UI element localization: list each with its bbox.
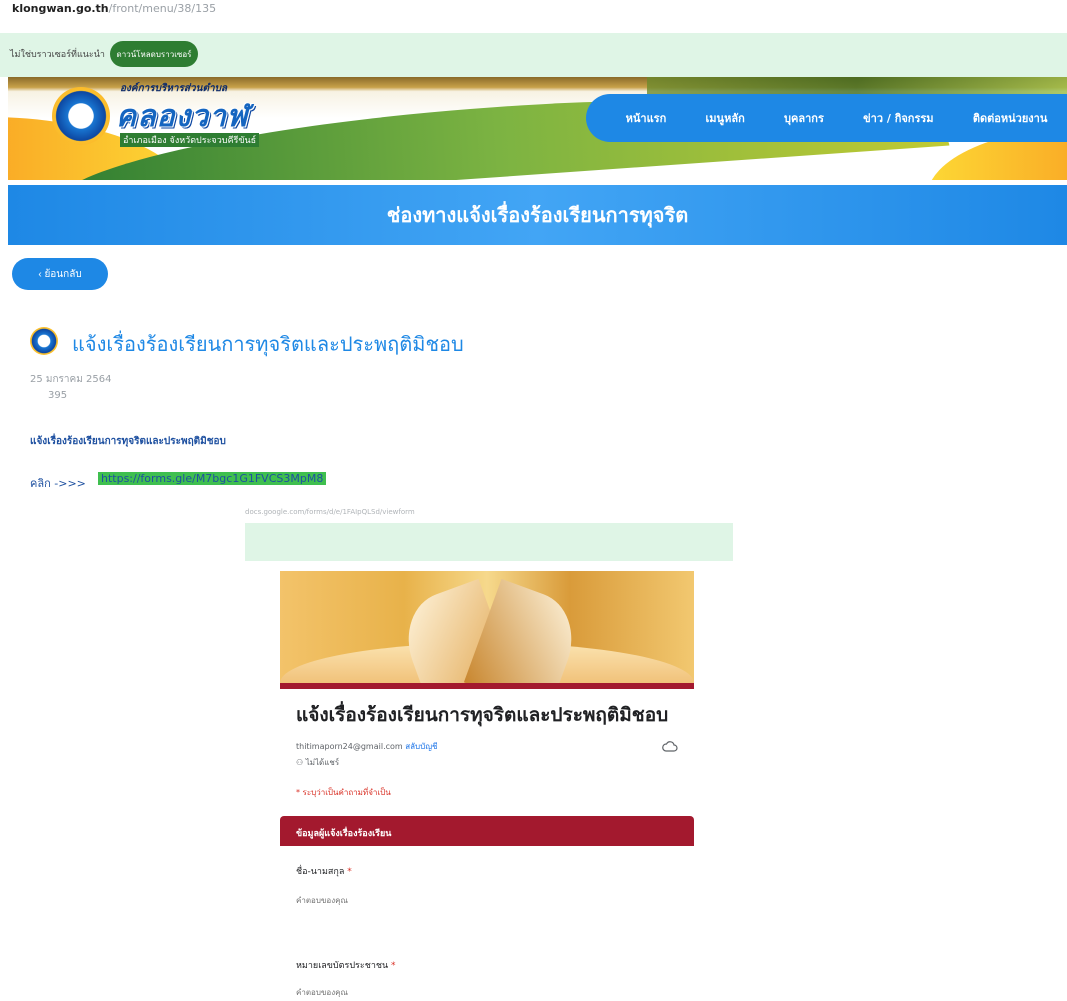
- cloud-icon: [662, 741, 678, 752]
- switch-account-link[interactable]: สลับบัญชี: [405, 742, 437, 751]
- required-mark: *: [347, 867, 352, 877]
- nav-item-home[interactable]: หน้าแรก: [626, 109, 667, 127]
- nav-item-main-menu[interactable]: เมนูหลัก: [706, 109, 745, 127]
- download-browser-button[interactable]: ดาวน์โหลดบราวเซอร์: [110, 41, 198, 67]
- post-body-text: แจ้งเรื่องร้องเรียนการทุจริตและประพฤติมิ…: [30, 436, 226, 447]
- required-mark: *: [391, 961, 396, 971]
- nav-item-personnel[interactable]: บุคลากร: [784, 109, 824, 127]
- share-icon: ⚇: [296, 758, 304, 767]
- share-note-text: ไม่ได้แชร์: [305, 758, 340, 767]
- post-view-count: 395: [48, 390, 68, 401]
- page-title-strip: ช่องทางแจ้งเรื่องร้องเรียนการทุจริต: [8, 185, 1067, 245]
- browser-notice-bar: ไม่ใช่บราวเซอร์ที่แนะนำ ดาวน์โหลดบราวเซอ…: [0, 33, 1067, 77]
- url-path: /front/menu/38/135: [108, 2, 217, 15]
- nav-item-news[interactable]: ข่าว / กิจกรรม: [863, 109, 933, 127]
- question-label-id-text: หมายเลขบัตรประชาชน: [296, 961, 389, 971]
- form-account-email: thitimaporn24@gmail.com: [296, 742, 403, 751]
- question-label-name: ชื่อ-นามสกุล *: [296, 864, 352, 878]
- form-link[interactable]: https://forms.gle/M7bgc1G1FVCS3MpM8: [98, 472, 327, 485]
- form-title: แจ้งเรื่องร้องเรียนการทุจริตและประพฤติมิ…: [296, 704, 669, 726]
- embedded-screenshot-bar: [245, 523, 733, 561]
- address-bar[interactable]: klongwan.go.th/front/menu/38/135: [12, 2, 216, 15]
- question-label-id: หมายเลขบัตรประชาชน *: [296, 958, 396, 972]
- site-header-banner: องค์การบริหารส่วนตำบล คลองวาฬ อำเภอเมือง…: [8, 77, 1067, 180]
- post-link-label: คลิก ->>>: [30, 477, 86, 490]
- back-button-label: ย้อนกลับ: [44, 268, 82, 280]
- main-nav: หน้าแรก เมนูหลัก บุคลากร ข่าว / กิจกรรม …: [586, 94, 1067, 142]
- form-section-title: ข้อมูลผู้แจ้งเรื่องร้องเรียน: [296, 829, 392, 839]
- org-seal-logo[interactable]: [52, 87, 110, 145]
- id-answer-input[interactable]: [296, 988, 486, 997]
- form-account-line: thitimaporn24@gmail.com สลับบัญชี: [296, 740, 437, 753]
- form-section-header: ข้อมูลผู้แจ้งเรื่องร้องเรียน: [280, 816, 694, 846]
- question-label-name-text: ชื่อ-นามสกุล: [296, 867, 345, 877]
- org-location-label: อำเภอเมือง จังหวัดประจวบคีรีขันธ์: [120, 133, 260, 147]
- org-seal-icon: [30, 327, 58, 355]
- back-button[interactable]: ‹ ย้อนกลับ: [12, 258, 108, 290]
- embedded-screenshot-url: docs.google.com/forms/d/e/1FAIpQLSd/view…: [245, 508, 415, 516]
- url-domain: klongwan.go.th: [12, 2, 109, 15]
- nav-item-contact[interactable]: ติดต่อหน่วยงาน: [973, 109, 1048, 127]
- browser-notice-text: ไม่ใช่บราวเซอร์ที่แนะนำ: [10, 50, 105, 60]
- page-title: ช่องทางแจ้งเรื่องร้องเรียนการทุจริต: [386, 203, 689, 227]
- name-answer-input[interactable]: [296, 896, 486, 905]
- form-share-note: ⚇ ไม่ได้แชร์: [296, 756, 339, 769]
- post-date: 25 มกราคม 2564: [30, 374, 112, 385]
- post-title: แจ้งเรื่องร้องเรียนการทุจริตและประพฤติมิ…: [72, 332, 464, 356]
- required-note: * ระบุว่าเป็นคำถามที่จำเป็น: [296, 788, 391, 797]
- form-header-book-image: [280, 571, 694, 683]
